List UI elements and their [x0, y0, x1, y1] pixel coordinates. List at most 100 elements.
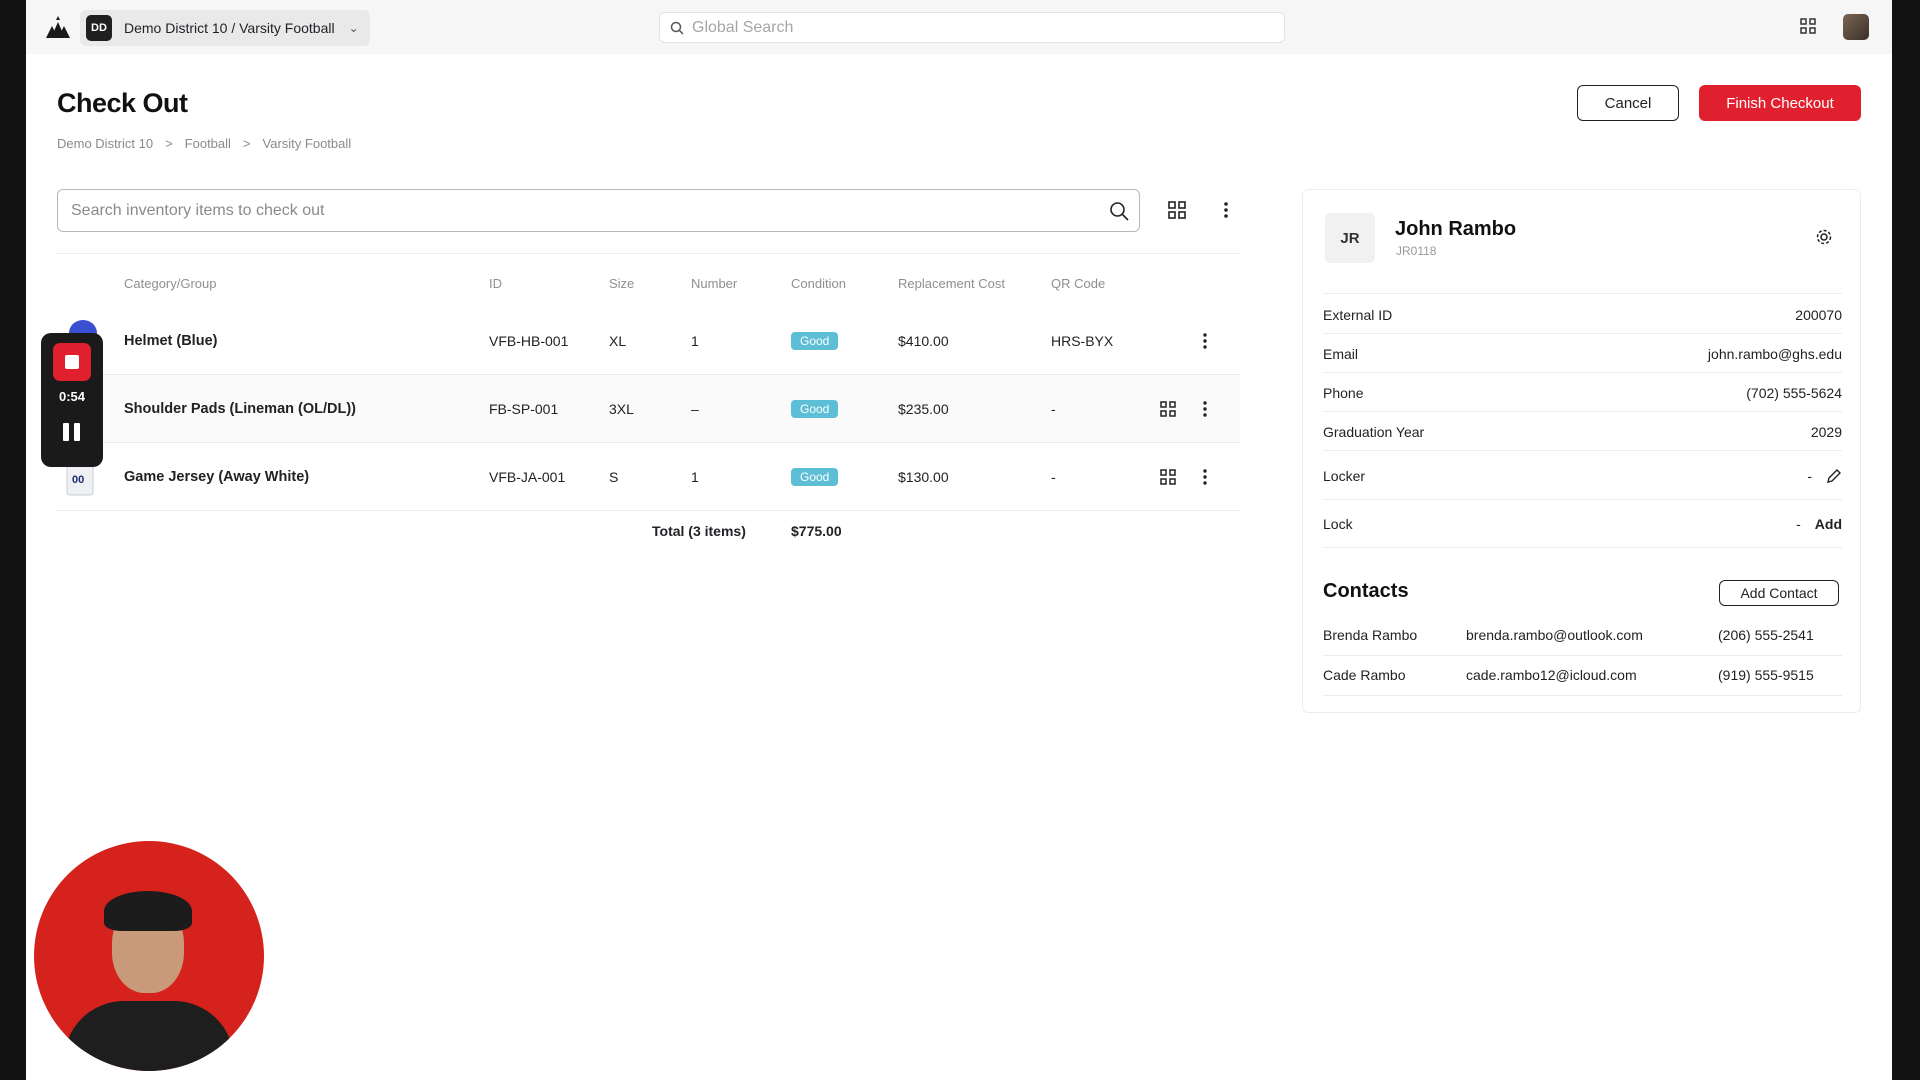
- table-row[interactable]: Helmet (Blue) VFB-HB-001 XL 1 Good $410.…: [57, 307, 1240, 375]
- field-email: Email john.rambo@ghs.edu: [1323, 335, 1842, 373]
- field-value: (702) 555-5624: [1746, 384, 1842, 401]
- item-size: S: [609, 469, 619, 485]
- recording-timer: 0:54: [58, 389, 86, 404]
- field-value: 200070: [1795, 306, 1842, 323]
- qr-scan-icon[interactable]: [1800, 18, 1816, 34]
- column-header-qr-code: QR Code: [1051, 276, 1106, 291]
- field-graduation-year: Graduation Year 2029: [1323, 413, 1842, 451]
- column-header-size: Size: [609, 276, 635, 291]
- pause-icon[interactable]: [63, 423, 81, 441]
- app-logo-icon[interactable]: [46, 16, 70, 38]
- row-more-icon[interactable]: [1200, 467, 1210, 487]
- field-lock: Lock - Add: [1323, 500, 1842, 548]
- breadcrumb-separator: >: [242, 136, 251, 151]
- user-avatar[interactable]: [1843, 14, 1869, 40]
- condition-badge: Good: [791, 400, 839, 418]
- field-label: Email: [1323, 345, 1359, 362]
- field-label: Locker: [1323, 467, 1366, 484]
- item-id: FB-SP-001: [489, 401, 559, 417]
- add-contact-button[interactable]: Add Contact: [1719, 580, 1839, 606]
- column-header-category: Category/Group: [124, 276, 217, 291]
- item-qr-code: -: [1051, 401, 1056, 417]
- search-icon: [670, 21, 684, 35]
- contact-phone: (206) 555-2541: [1718, 627, 1814, 643]
- contact-email[interactable]: cade.rambo12@icloud.com: [1466, 667, 1637, 683]
- contact-row[interactable]: Brenda Rambo brenda.rambo@outlook.com (2…: [1323, 616, 1842, 656]
- breadcrumb-district[interactable]: Demo District 10: [57, 136, 153, 151]
- breadcrumb: Demo District 10 > Football > Varsity Fo…: [57, 136, 351, 151]
- webcam-bubble: [34, 841, 264, 1071]
- column-header-condition: Condition: [791, 276, 846, 291]
- top-bar: DD Demo District 10 / Varsity Football ⌄: [26, 0, 1892, 54]
- field-value: -: [1796, 515, 1801, 532]
- member-panel: JR John Rambo JR0118 External ID 200070 …: [1302, 189, 1861, 713]
- global-search-input[interactable]: [692, 18, 1252, 37]
- field-value: john.rambo@ghs.edu: [1707, 345, 1842, 362]
- item-replacement-cost: $130.00: [898, 469, 949, 485]
- breadcrumb-team[interactable]: Varsity Football: [263, 136, 352, 151]
- table-row[interactable]: 00 Game Jersey (Away White) VFB-JA-001 S…: [57, 443, 1240, 511]
- inventory-search-input[interactable]: [71, 201, 1071, 220]
- condition-badge: Good: [791, 332, 839, 350]
- member-avatar: JR: [1325, 213, 1375, 263]
- item-qr-code: -: [1051, 469, 1056, 485]
- contacts-title: Contacts: [1323, 580, 1409, 602]
- item-number[interactable]: 1: [691, 443, 699, 511]
- item-size: 3XL: [609, 401, 634, 417]
- row-more-icon[interactable]: [1200, 399, 1210, 419]
- item-name[interactable]: Game Jersey (Away White): [124, 443, 309, 511]
- item-name[interactable]: Helmet (Blue): [124, 307, 217, 375]
- gear-icon[interactable]: [1815, 228, 1833, 246]
- more-options-icon[interactable]: [1217, 200, 1235, 220]
- field-label: Phone: [1323, 384, 1364, 401]
- chevron-down-icon: ⌄: [348, 21, 359, 35]
- breadcrumb-separator: >: [165, 136, 173, 151]
- assign-qr-icon[interactable]: [1160, 469, 1176, 485]
- contact-row[interactable]: Cade Rambo cade.rambo12@icloud.com (919)…: [1323, 656, 1842, 696]
- svg-text:00: 00: [72, 474, 84, 486]
- item-id: VFB-HB-001: [489, 333, 569, 349]
- item-id: VFB-JA-001: [489, 469, 566, 485]
- column-header-replacement-cost: Replacement Cost: [898, 276, 1005, 291]
- row-more-icon[interactable]: [1200, 331, 1210, 351]
- workspace-badge: DD: [86, 15, 112, 41]
- add-lock-link[interactable]: Add: [1815, 516, 1842, 532]
- field-value: -: [1807, 467, 1812, 484]
- field-label: Lock: [1323, 515, 1353, 532]
- screen-recorder-widget: 0:54: [41, 333, 103, 467]
- global-search[interactable]: [659, 12, 1285, 43]
- total-label: Total (3 items): [652, 523, 746, 539]
- search-icon[interactable]: [1109, 201, 1129, 221]
- item-name[interactable]: Shoulder Pads (Lineman (OL/DL)): [124, 375, 356, 443]
- field-label: Graduation Year: [1323, 423, 1425, 440]
- stop-recording-button[interactable]: [53, 343, 91, 381]
- divider: [1323, 293, 1842, 294]
- item-number[interactable]: –: [691, 375, 699, 443]
- item-qr-code: HRS-BYX: [1051, 333, 1114, 349]
- workspace-name: Demo District 10 / Varsity Football: [124, 20, 335, 36]
- contact-email[interactable]: brenda.rambo@outlook.com: [1466, 627, 1643, 643]
- assign-qr-icon[interactable]: [1160, 401, 1176, 417]
- contact-phone: (919) 555-9515: [1718, 667, 1814, 683]
- cancel-button[interactable]: Cancel: [1577, 85, 1679, 121]
- page-title: Check Out: [57, 88, 188, 118]
- column-header-number: Number: [691, 276, 738, 291]
- member-code: JR0118: [1396, 244, 1437, 258]
- total-value: $775.00: [791, 523, 842, 539]
- item-replacement-cost: $410.00: [898, 333, 949, 349]
- screen-right-border: [1892, 0, 1920, 1080]
- item-number[interactable]: 1: [691, 307, 699, 375]
- item-size: XL: [609, 333, 627, 349]
- inventory-search[interactable]: [57, 189, 1140, 232]
- field-value: 2029: [1810, 423, 1842, 440]
- column-header-id: ID: [489, 276, 502, 291]
- breadcrumb-sport[interactable]: Football: [185, 136, 231, 151]
- condition-badge: Good: [791, 468, 839, 486]
- table-row[interactable]: Shoulder Pads (Lineman (OL/DL)) FB-SP-00…: [57, 375, 1240, 443]
- finish-checkout-button[interactable]: Finish Checkout: [1699, 85, 1861, 121]
- qr-scan-icon[interactable]: [1168, 201, 1186, 219]
- workspace-switcher[interactable]: DD Demo District 10 / Varsity Football ⌄: [80, 10, 370, 46]
- contact-name: Cade Rambo: [1323, 667, 1406, 683]
- member-name: John Rambo: [1395, 218, 1517, 240]
- pencil-icon[interactable]: [1826, 468, 1842, 484]
